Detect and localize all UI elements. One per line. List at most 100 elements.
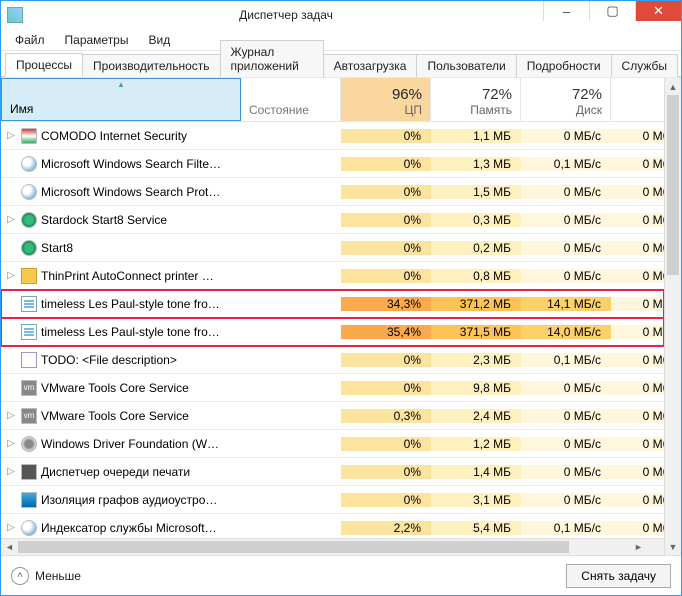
disk-cell: 0 МБ/с — [521, 409, 611, 423]
mem-percent-label: 72% — [439, 86, 512, 103]
menu-view[interactable]: Вид — [140, 31, 178, 49]
disk-cell: 0,1 МБ/с — [521, 353, 611, 367]
audio-icon — [21, 492, 37, 508]
process-row[interactable]: Start80%0,2 МБ0 МБ/с0 Мбит/с — [1, 234, 664, 262]
network-cell: 0 Мбит/с — [611, 409, 664, 423]
expand-icon[interactable]: ▷ — [5, 466, 17, 477]
column-headers: ▲ Имя Состояние 96% ЦП 72% Память — [1, 78, 664, 122]
process-row[interactable]: Microsoft Windows Search Filte…0%1,3 МБ0… — [1, 150, 664, 178]
process-row[interactable]: timeless Les Paul-style tone fro…34,3%37… — [1, 290, 664, 318]
horizontal-scrollbar[interactable]: ◄ ► — [1, 538, 664, 555]
prspool-icon — [21, 464, 37, 480]
network-cell: 0 Мбит/с — [611, 465, 664, 479]
tab-processes[interactable]: Процессы — [5, 53, 83, 77]
process-row[interactable]: ▷Диспетчер очереди печати0%1,4 МБ0 МБ/с0… — [1, 458, 664, 486]
process-row[interactable]: Microsoft Windows Search Prot…0%1,5 МБ0 … — [1, 178, 664, 206]
process-name-label: COMODO Internet Security — [41, 129, 187, 143]
doc-icon — [21, 324, 37, 340]
process-name-cell: ▷vmVMware Tools Core Service — [1, 408, 241, 424]
process-name-cell: ▷ThinPrint AutoConnect printer … — [1, 268, 241, 284]
maximize-button[interactable]: ▢ — [589, 1, 635, 21]
process-row[interactable]: ▷Windows Driver Foundation (W…0%1,2 МБ0 … — [1, 430, 664, 458]
minimize-button[interactable]: – — [543, 1, 589, 21]
expand-icon[interactable]: ▷ — [5, 410, 17, 421]
memory-cell: 3,1 МБ — [431, 493, 521, 507]
process-name-label: Изоляция графов аудиоустро… — [41, 493, 217, 507]
disk-cell: 0 МБ/с — [521, 241, 611, 255]
tab-users[interactable]: Пользователи — [416, 54, 516, 77]
expand-icon[interactable]: ▷ — [5, 130, 17, 141]
chevron-up-icon: ˄ — [11, 567, 29, 585]
disk-cell: 0 МБ/с — [521, 381, 611, 395]
process-row[interactable]: ▷vmVMware Tools Core Service0,3%2,4 МБ0 … — [1, 402, 664, 430]
menu-options[interactable]: Параметры — [57, 31, 137, 49]
process-row[interactable]: vmVMware Tools Core Service0%9,8 МБ0 МБ/… — [1, 374, 664, 402]
column-status[interactable]: Состояние — [241, 78, 341, 121]
expand-icon[interactable]: ▷ — [5, 438, 17, 449]
memory-cell: 1,1 МБ — [431, 129, 521, 143]
column-name[interactable]: ▲ Имя — [1, 78, 241, 121]
tab-details[interactable]: Подробности — [516, 54, 612, 77]
titlebar: Диспетчер задач – ▢ ✕ — [1, 1, 681, 29]
scroll-left-icon[interactable]: ◄ — [1, 539, 18, 555]
tabbar: Процессы Производительность Журнал прило… — [1, 51, 681, 77]
process-name-cell: TODO: <File description> — [1, 352, 241, 368]
process-name-label: VMware Tools Core Service — [41, 381, 189, 395]
tab-performance[interactable]: Производительность — [82, 54, 220, 77]
scroll-down-icon[interactable]: ▼ — [665, 538, 681, 555]
vm-icon: vm — [21, 380, 37, 396]
sort-arrow-icon: ▲ — [117, 80, 125, 89]
column-cpu[interactable]: 96% ЦП — [341, 78, 431, 121]
column-memory[interactable]: 72% Память — [431, 78, 521, 121]
process-name-label: TODO: <File description> — [41, 353, 177, 367]
expand-icon[interactable]: ▷ — [5, 522, 17, 533]
expand-icon[interactable]: ▷ — [5, 214, 17, 225]
process-row[interactable]: Изоляция графов аудиоустро…0%3,1 МБ0 МБ/… — [1, 486, 664, 514]
disk-cell: 0 МБ/с — [521, 465, 611, 479]
tab-services[interactable]: Службы — [611, 54, 678, 77]
memory-cell: 2,3 МБ — [431, 353, 521, 367]
column-disk[interactable]: 72% Диск — [521, 78, 611, 121]
cpu-cell: 0% — [341, 213, 431, 227]
close-button[interactable]: ✕ — [635, 1, 681, 21]
process-row[interactable]: timeless Les Paul-style tone fro…35,4%37… — [1, 318, 664, 346]
network-cell: 0 Мбит/с — [611, 297, 664, 311]
process-row[interactable]: ▷Stardock Start8 Service0%0,3 МБ0 МБ/с0 … — [1, 206, 664, 234]
memory-cell: 371,5 МБ — [431, 325, 521, 339]
vertical-scrollbar[interactable]: ▲ ▼ — [664, 78, 681, 555]
process-row[interactable]: ▷Индексатор службы Microsoft…2,2%5,4 МБ0… — [1, 514, 664, 538]
memory-cell: 2,4 МБ — [431, 409, 521, 423]
scroll-right-icon[interactable]: ► — [630, 539, 647, 555]
menubar: Файл Параметры Вид — [1, 29, 681, 51]
memory-cell: 1,3 МБ — [431, 157, 521, 171]
column-network[interactable]: 0% Сеть — [611, 78, 664, 121]
disk-cell: 14,1 МБ/с — [521, 297, 611, 311]
network-cell: 0 Мбит/с — [611, 129, 664, 143]
process-name-cell: ▷Индексатор службы Microsoft… — [1, 520, 241, 536]
process-row[interactable]: ▷ThinPrint AutoConnect printer …0%0,8 МБ… — [1, 262, 664, 290]
tab-startup[interactable]: Автозагрузка — [323, 54, 418, 77]
hscroll-thumb[interactable] — [18, 541, 569, 553]
content-area: ▲ Имя Состояние 96% ЦП 72% Память — [1, 77, 681, 555]
expand-icon[interactable]: ▷ — [5, 270, 17, 281]
network-cell: 0 Мбит/с — [611, 521, 664, 535]
cpu-cell: 0% — [341, 241, 431, 255]
tab-app-history[interactable]: Журнал приложений — [220, 40, 324, 77]
vscroll-thumb[interactable] — [667, 95, 679, 275]
scroll-up-icon[interactable]: ▲ — [665, 78, 681, 95]
net-percent-label: 0% — [619, 86, 664, 103]
process-row[interactable]: ▷COMODO Internet Security0%1,1 МБ0 МБ/с0… — [1, 122, 664, 150]
memory-cell: 0,8 МБ — [431, 269, 521, 283]
disk-cell: 0 МБ/с — [521, 129, 611, 143]
orb-icon — [21, 240, 37, 256]
disk-label: Диск — [529, 103, 602, 117]
process-name-label: Microsoft Windows Search Filte… — [41, 157, 221, 171]
end-task-button[interactable]: Снять задачу — [566, 564, 671, 588]
fewer-details-button[interactable]: ˄ Меньше — [11, 567, 81, 585]
doc-icon — [21, 296, 37, 312]
menu-file[interactable]: Файл — [7, 31, 53, 49]
network-cell: 0 Мбит/с — [611, 325, 664, 339]
cpu-cell: 35,4% — [341, 325, 431, 339]
cpu-cell: 0% — [341, 493, 431, 507]
process-row[interactable]: TODO: <File description>0%2,3 МБ0,1 МБ/с… — [1, 346, 664, 374]
